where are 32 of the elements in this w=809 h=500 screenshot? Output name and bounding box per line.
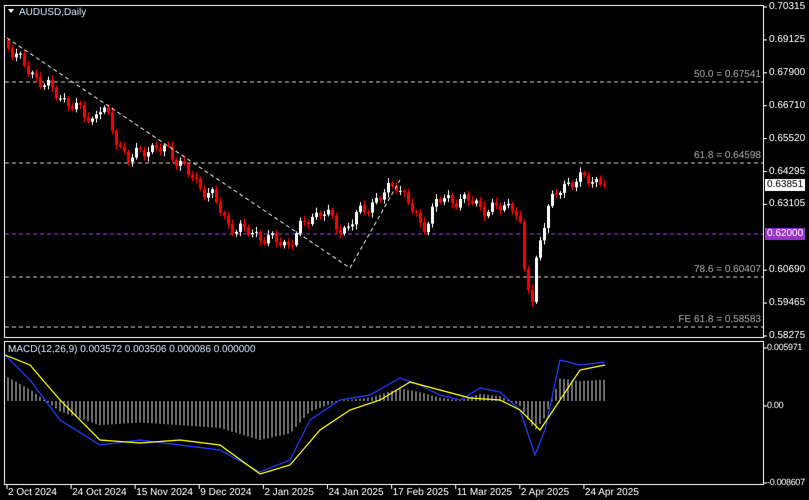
price-axis-label: 0.65520 bbox=[769, 134, 806, 144]
date-axis-label: 15 Nov 2024 bbox=[136, 488, 193, 498]
price-axis-label: 0.58275 bbox=[769, 331, 806, 341]
macd-axis-label: 0.00 bbox=[767, 401, 784, 410]
price-axis-label: 0.59465 bbox=[769, 298, 806, 308]
price-level-tag: 0.62000 bbox=[765, 228, 806, 240]
dropdown-triangle-icon[interactable] bbox=[8, 9, 14, 13]
indicator-label: MACD(12,26,9) 0.003572 0.003506 0.000086 0.000000 bbox=[8, 345, 256, 355]
fibonacci-level-label: 50.0 = 0.67541 bbox=[694, 70, 761, 80]
date-axis-label: 2 Jan 2025 bbox=[264, 488, 314, 498]
date-axis-label: 11 Mar 2025 bbox=[456, 488, 512, 498]
chart-title: AUDUSD,Daily bbox=[19, 8, 86, 18]
macd-axis-label: -0.008607 bbox=[767, 478, 805, 487]
price-axis-label: 0.66710 bbox=[769, 100, 806, 111]
price-axis-label: 0.69125 bbox=[769, 34, 806, 45]
date-axis-label: 24 Oct 2024 bbox=[72, 488, 127, 498]
price-axis-label: 0.67900 bbox=[769, 68, 806, 78]
date-axis-label: 9 Dec 2024 bbox=[200, 488, 252, 498]
fibonacci-level-label: FE 61.8 = 0.58583 bbox=[678, 315, 761, 325]
date-axis-label: 24 Apr 2025 bbox=[584, 488, 639, 498]
macd-axis-label: 0.005971 bbox=[767, 343, 802, 352]
date-axis-label: 2 Oct 2024 bbox=[8, 488, 57, 498]
date-axis-label: 2 Apr 2025 bbox=[520, 488, 570, 498]
date-axis-label: 24 Jan 2025 bbox=[328, 488, 384, 498]
fibonacci-level-label: 78.6 = 0.60407 bbox=[694, 265, 761, 275]
fibonacci-level-label: 61.8 = 0.64598 bbox=[694, 151, 761, 161]
price-axis-label: 0.64295 bbox=[769, 166, 806, 176]
date-axis-label: 17 Feb 2025 bbox=[392, 488, 449, 498]
price-axis-label: 0.63105 bbox=[769, 199, 806, 210]
price-axis-label: 0.70315 bbox=[769, 2, 806, 12]
current-price-tag: 0.63851 bbox=[765, 179, 806, 191]
price-axis-label: 0.60690 bbox=[769, 265, 806, 276]
